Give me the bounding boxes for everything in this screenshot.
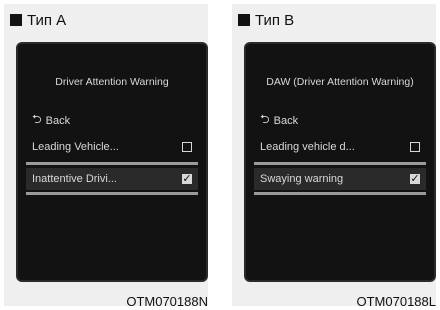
square-bullet-icon — [10, 14, 22, 26]
menu-item-label: Leading vehicle d... — [260, 141, 355, 153]
type-label-text: Тип B — [255, 11, 295, 29]
back-button[interactable]: ⮌ Back — [260, 110, 298, 131]
cluster-screen: DAW (Driver Attention Warning) ⮌ Back Le… — [244, 42, 436, 282]
menu-item-leading-vehicle[interactable]: Leading Vehicle... — [26, 136, 198, 158]
square-bullet-icon — [238, 14, 250, 26]
menu-item-inattentive-driving[interactable]: Inattentive Drivi... ✓ — [26, 168, 198, 190]
divider — [26, 192, 198, 195]
checkbox-unchecked[interactable] — [182, 142, 192, 152]
type-label: Тип B — [238, 9, 294, 31]
back-label: Back — [45, 114, 71, 127]
panel-type-a: Тип A Driver Attention Warning ⮌ Back Le… — [4, 4, 208, 309]
screen-title: DAW (Driver Attention Warning) — [266, 76, 414, 88]
menu-item-swaying-warning[interactable]: Swaying warning ✓ — [254, 168, 426, 190]
figure-code: OTM070188N — [126, 294, 208, 309]
checkbox-checked[interactable]: ✓ — [410, 174, 420, 185]
figure-code: OTM070188L — [356, 294, 437, 309]
checkbox-unchecked[interactable] — [410, 142, 420, 152]
type-label-text: Тип A — [27, 11, 67, 29]
divider — [26, 162, 198, 165]
divider — [254, 192, 426, 195]
menu-item-label: Swaying warning — [260, 173, 344, 185]
screen-title: Driver Attention Warning — [55, 76, 169, 88]
back-arrow-icon: ⮌ — [32, 112, 42, 126]
menu-item-leading-vehicle[interactable]: Leading vehicle d... — [254, 136, 426, 158]
checkbox-checked[interactable]: ✓ — [182, 174, 192, 185]
type-label: Тип A — [10, 9, 66, 31]
cluster-screen: Driver Attention Warning ⮌ Back Leading … — [16, 42, 208, 282]
panel-type-b: Тип B DAW (Driver Attention Warning) ⮌ B… — [232, 4, 437, 309]
back-button[interactable]: ⮌ Back — [32, 110, 70, 131]
back-arrow-icon: ⮌ — [260, 112, 270, 126]
menu-item-label: Inattentive Drivi... — [32, 173, 117, 185]
menu-item-label: Leading Vehicle... — [32, 141, 119, 153]
divider — [254, 162, 426, 165]
back-label: Back — [273, 114, 299, 127]
